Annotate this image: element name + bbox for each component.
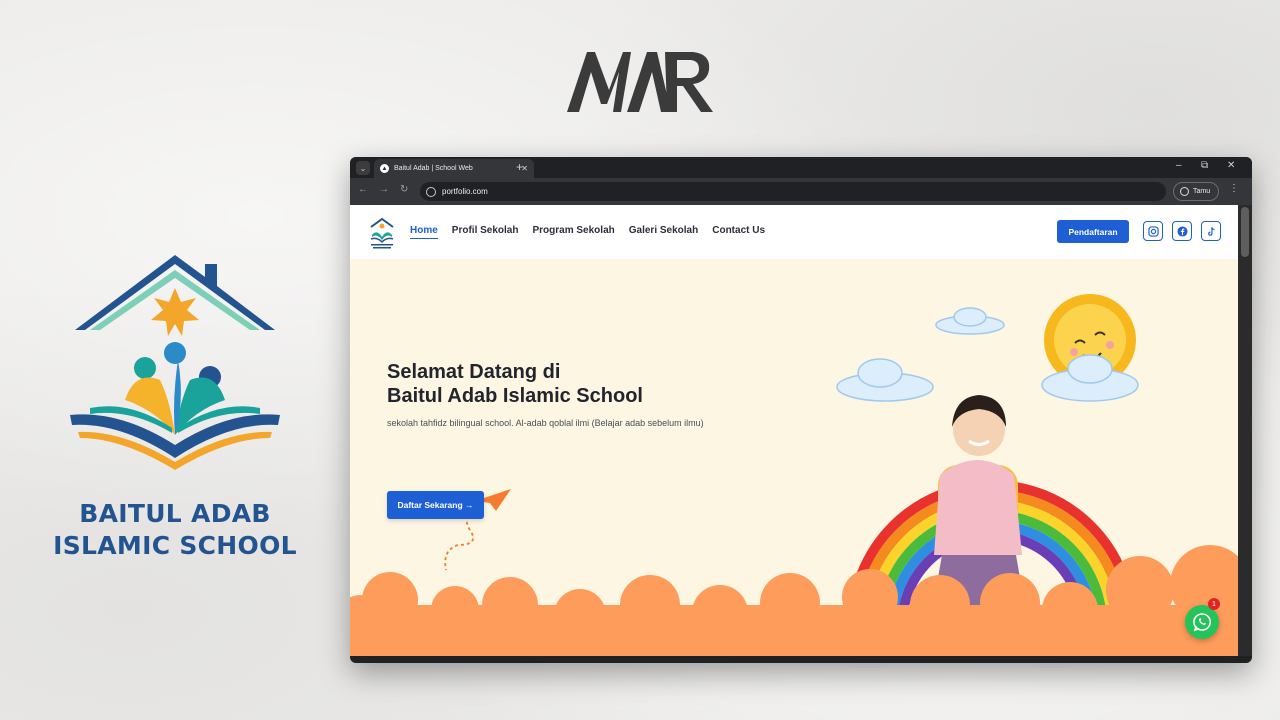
facebook-icon[interactable] — [1172, 221, 1192, 241]
site-navbar: Home Profil Sekolah Program Sekolah Gale… — [350, 205, 1238, 259]
new-tab-icon[interactable]: + — [516, 160, 523, 174]
profile-icon — [1180, 187, 1189, 196]
daftar-sekarang-button[interactable]: Daftar Sekarang → — [387, 491, 484, 519]
school-name-line1: BAITUL ADAB — [79, 499, 271, 528]
scrollbar-thumb[interactable] — [1241, 207, 1249, 257]
nav-link-galeri-sekolah[interactable]: Galeri Sekolah — [629, 225, 698, 239]
nav-link-contact-us[interactable]: Contact Us — [712, 225, 765, 239]
tab-bar: ⌄ ▲ Baitul Adab | School Web ✕ + – ⧉ ✕ — [350, 157, 1252, 178]
school-name: BAITUL ADAB ISLAMIC SCHOOL — [30, 498, 320, 562]
address-bar: ← → ↻ portfolio.com Tamu ⋮ — [350, 178, 1252, 205]
reload-icon[interactable]: ↻ — [400, 184, 408, 195]
site-logo[interactable] — [368, 215, 396, 249]
whatsapp-notification-badge: 1 — [1208, 598, 1220, 610]
favicon-icon: ▲ — [380, 164, 389, 173]
nav-link-profil-sekolah[interactable]: Profil Sekolah — [452, 225, 519, 239]
nav-link-program-sekolah[interactable]: Program Sekolah — [532, 225, 614, 239]
profile-label: Tamu — [1193, 188, 1211, 195]
url-text: portfolio.com — [442, 187, 488, 196]
browser-menu-icon[interactable]: ⋮ — [1229, 183, 1239, 194]
hero-title: Selamat Datang di Baitul Adab Islamic Sc… — [387, 360, 643, 408]
instagram-icon[interactable] — [1143, 221, 1163, 241]
restore-icon[interactable]: ⧉ — [1201, 160, 1208, 171]
tab-search-chevron-icon[interactable]: ⌄ — [356, 161, 370, 175]
nav-link-home[interactable]: Home — [410, 225, 438, 239]
school-name-line2: ISLAMIC SCHOOL — [53, 531, 297, 560]
page-scrollbar[interactable] — [1238, 205, 1252, 656]
browser-window: ⌄ ▲ Baitul Adab | School Web ✕ + – ⧉ ✕ ←… — [350, 157, 1252, 663]
minimize-icon[interactable]: – — [1176, 160, 1182, 171]
hero-title-line2: Baitul Adab Islamic School — [387, 385, 643, 407]
url-input[interactable]: portfolio.com — [420, 182, 1166, 201]
whatsapp-icon — [1193, 613, 1211, 632]
forward-icon[interactable]: → — [379, 184, 389, 195]
hero-illustration — [350, 294, 1238, 656]
nav-links: Home Profil Sekolah Program Sekolah Gale… — [410, 225, 765, 239]
back-icon[interactable]: ← — [358, 184, 368, 195]
mar-logo — [567, 52, 713, 112]
pendaftaran-button[interactable]: Pendaftaran — [1057, 220, 1129, 243]
school-logo — [70, 255, 280, 470]
close-window-icon[interactable]: ✕ — [1227, 160, 1235, 171]
site-info-icon[interactable] — [426, 186, 436, 197]
web-page: Home Profil Sekolah Program Sekolah Gale… — [350, 205, 1238, 656]
hero-subtitle: sekolah tahfidz bilingual school. Al-ada… — [387, 418, 704, 428]
browser-tab[interactable]: ▲ Baitul Adab | School Web ✕ — [374, 159, 534, 178]
profile-button[interactable]: Tamu — [1173, 182, 1219, 201]
tiktok-icon[interactable] — [1201, 221, 1221, 241]
hero-title-line1: Selamat Datang di — [387, 361, 561, 383]
tab-title: Baitul Adab | School Web — [394, 165, 473, 172]
whatsapp-button[interactable] — [1185, 605, 1219, 639]
